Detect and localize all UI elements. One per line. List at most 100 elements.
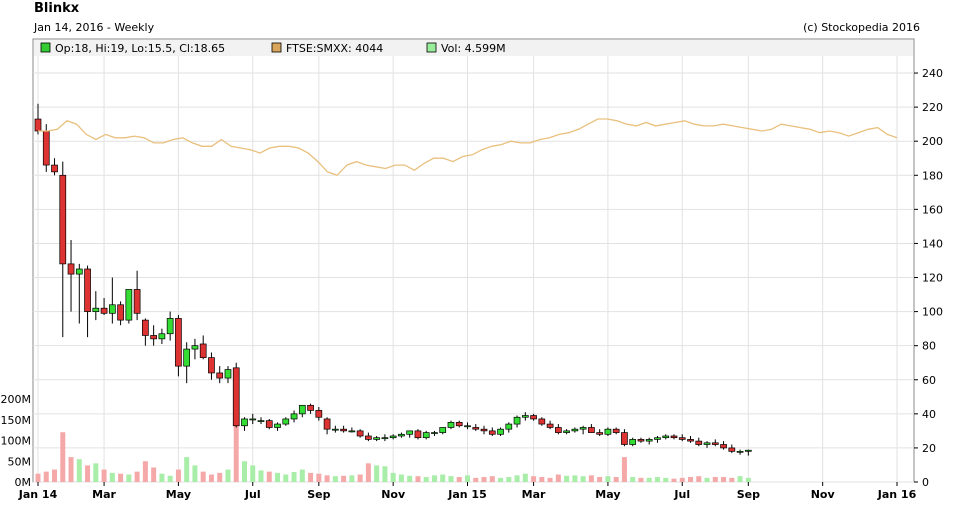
candle-body [158, 333, 166, 340]
volume-bar [35, 473, 41, 482]
candle-body [125, 289, 133, 321]
candle-body [538, 418, 546, 425]
volume-bar [175, 469, 181, 482]
candle-body [728, 447, 736, 452]
volume-bar [580, 476, 586, 482]
volume-bar [588, 475, 594, 482]
candle-body [406, 430, 414, 435]
volume-bar [109, 472, 115, 482]
candle-body [678, 437, 686, 440]
price-tick-label: 140 [922, 237, 943, 250]
price-tick-label: 0 [922, 476, 929, 489]
x-tick-label: May [595, 488, 620, 501]
volume-bar [737, 476, 743, 482]
candle-body [711, 442, 719, 445]
price-tick-label: 200 [922, 135, 943, 148]
candle-body [414, 430, 422, 439]
candle-body [398, 433, 405, 437]
candle-body [59, 174, 67, 265]
candle-body [579, 427, 587, 430]
price-tick-label: 120 [922, 272, 943, 285]
candle-body [703, 442, 711, 445]
volume-bar [192, 465, 198, 482]
candle-body [505, 423, 513, 430]
volume-bar [514, 475, 520, 482]
candle-body [100, 307, 108, 314]
candle-body [621, 432, 628, 445]
candle-body [199, 343, 207, 358]
volume-bar [498, 477, 504, 482]
volume-bar [621, 457, 627, 482]
volume-bar [423, 477, 429, 482]
volume-bar [440, 474, 446, 482]
candle-body [232, 367, 240, 427]
volume-bar [729, 477, 735, 482]
volume-bar [489, 476, 495, 482]
volume-bar [522, 473, 528, 482]
volume-bar [200, 471, 206, 482]
legend-label: Op:18, Hi:19, Lo:15.5, Cl:18.65 [55, 42, 225, 55]
volume-bar [60, 432, 66, 482]
candle-body [108, 304, 116, 314]
candle-body [546, 423, 554, 428]
volume-bar [564, 475, 570, 482]
x-tick-label: Mar [522, 488, 546, 501]
volume-bar [332, 476, 338, 482]
volume-bar [431, 475, 437, 482]
candle-body [67, 263, 75, 275]
volume-bar [308, 472, 314, 482]
volume-bar [654, 477, 660, 482]
volume-bar [241, 461, 247, 482]
volume-tick-label: 50M [8, 455, 32, 468]
candle-body [216, 372, 224, 379]
candle-body [133, 289, 141, 314]
candle-body [166, 318, 174, 335]
volume-bar [118, 473, 124, 482]
candle-body [175, 318, 182, 367]
candle-body [555, 427, 562, 433]
volume-bar [93, 463, 99, 482]
candle-body [373, 437, 380, 440]
candle-body [150, 335, 157, 340]
volume-bar [275, 472, 281, 482]
volume-tick-label: 100M [1, 435, 32, 448]
volume-bar [68, 457, 74, 482]
volume-bar [217, 472, 223, 482]
candle-body [695, 440, 703, 445]
candle-body [84, 268, 91, 312]
candle-body [298, 404, 306, 415]
volume-bar [671, 478, 677, 482]
volume-bar [341, 475, 347, 482]
candle-body [381, 437, 389, 440]
volume-bar [721, 477, 727, 482]
price-tick-label: 240 [922, 67, 943, 80]
legend-swatch [426, 42, 437, 53]
x-tick-label: Jan 16 [877, 488, 917, 501]
volume-bar [85, 465, 91, 482]
volume-bar [473, 477, 479, 482]
legend-swatch [271, 42, 282, 53]
volume-tick-label: 0M [15, 476, 32, 489]
volume-bar [613, 477, 619, 482]
candle-body [274, 423, 281, 428]
volume-bar [456, 477, 462, 482]
candle-body [563, 430, 570, 433]
candle-body [455, 422, 463, 427]
price-tick-label: 60 [922, 374, 936, 387]
price-tick-label: 40 [922, 408, 936, 421]
legend-label: FTSE:SMXX: 4044 [286, 42, 383, 55]
volume-bar [465, 475, 470, 482]
x-tick-label: Jan 14 [18, 488, 58, 501]
volume-bar [539, 477, 545, 482]
price-tick-label: 20 [922, 442, 936, 455]
candle-body [629, 439, 637, 445]
candle-body [142, 319, 149, 336]
volume-bar [126, 474, 132, 482]
candle-body [431, 432, 438, 434]
volume-bar [374, 465, 380, 482]
candle-body [34, 118, 42, 132]
candle-body [191, 345, 199, 350]
candle-body [290, 413, 298, 420]
volume-bar [283, 474, 289, 482]
volume-bar [151, 467, 157, 482]
